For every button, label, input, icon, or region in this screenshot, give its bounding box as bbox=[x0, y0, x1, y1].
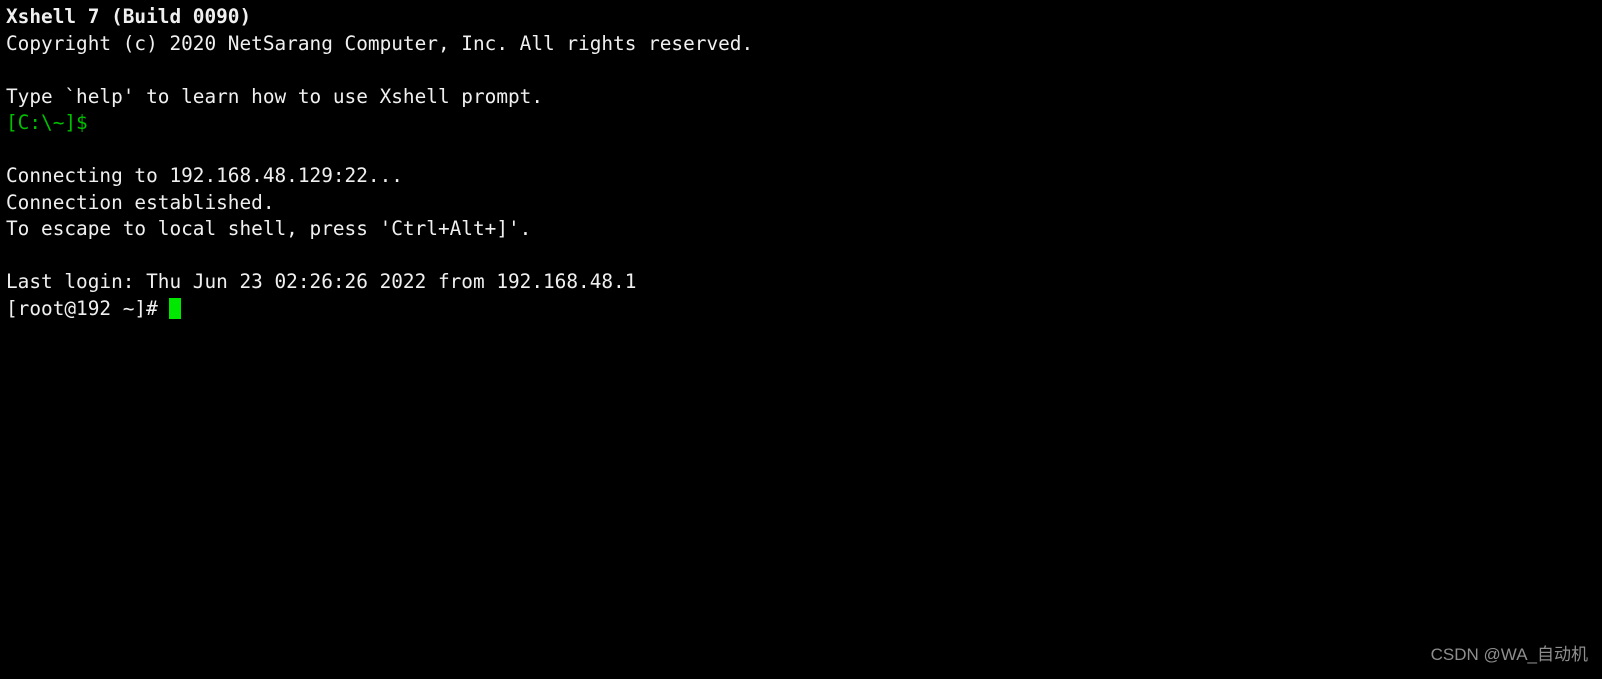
shell-prompt-text: [root@192 ~]# bbox=[6, 296, 170, 320]
terminal-line-escape-hint: To escape to local shell, press 'Ctrl+Al… bbox=[6, 217, 532, 240]
terminal-line-app-title: Xshell 7 (Build 0090) bbox=[6, 5, 252, 28]
terminal-line-last-login: Last login: Thu Jun 23 02:26:26 2022 fro… bbox=[6, 270, 637, 293]
terminal-line-help-hint: Type `help' to learn how to use Xshell p… bbox=[6, 84, 544, 108]
terminal-line-connection-established: Connection established. bbox=[6, 190, 275, 214]
terminal-line-copyright: Copyright (c) 2020 NetSarang Computer, I… bbox=[6, 31, 754, 55]
terminal-screen[interactable]: Xshell 7 (Build 0090) Copyright (c) 2020… bbox=[0, 0, 1602, 679]
terminal-line-local-prompt: [C:\~]$ bbox=[6, 111, 88, 134]
terminal-line-connecting: Connecting to 192.168.48.129:22... bbox=[6, 164, 403, 187]
csdn-watermark: CSDN @WA_自动机 bbox=[1430, 645, 1588, 664]
shell-prompt-line[interactable]: [root@192 ~]# bbox=[6, 296, 1602, 323]
text-cursor bbox=[169, 297, 182, 319]
